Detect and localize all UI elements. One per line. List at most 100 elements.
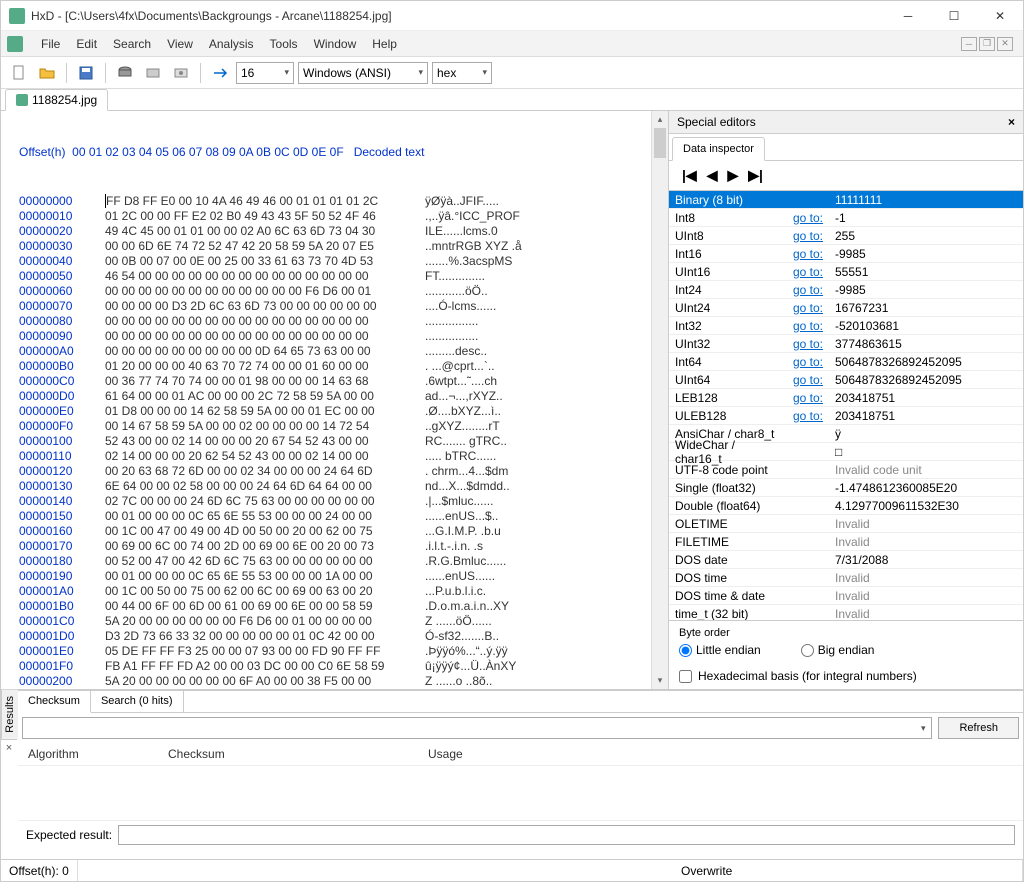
inspector-row[interactable]: time_t (32 bit)Invalid xyxy=(669,605,1023,620)
menu-window[interactable]: Window xyxy=(306,33,365,55)
hex-row[interactable]: 000000E0 01 D8 00 00 00 14 62 58 59 5A 0… xyxy=(19,404,649,419)
hex-row[interactable]: 00000020 49 4C 45 00 01 01 00 00 02 A0 6… xyxy=(19,224,649,239)
inspector-row[interactable]: DOS time & dateInvalid xyxy=(669,587,1023,605)
inspector-row[interactable]: Int64go to:5064878326892452095 xyxy=(669,353,1023,371)
search-results-tab[interactable]: Search (0 hits) xyxy=(91,691,184,712)
charset-combo[interactable]: Windows (ANSI)▾ xyxy=(298,62,428,84)
inspector-row[interactable]: Double (float64)4.12977009611532E30 xyxy=(669,497,1023,515)
menu-search[interactable]: Search xyxy=(105,33,159,55)
inspector-row[interactable]: FILETIMEInvalid xyxy=(669,533,1023,551)
file-tab[interactable]: 1188254.jpg xyxy=(5,89,108,111)
checksum-tab[interactable]: Checksum xyxy=(18,691,91,713)
hex-row[interactable]: 000001B0 00 44 00 6F 00 6D 00 61 00 69 0… xyxy=(19,599,649,614)
nav-last-button[interactable]: ▶| xyxy=(745,167,766,184)
hex-row[interactable]: 00000170 00 69 00 6C 00 74 00 2D 00 69 0… xyxy=(19,539,649,554)
menu-view[interactable]: View xyxy=(159,33,201,55)
hex-row[interactable]: 000001A0 00 1C 00 50 00 75 00 62 00 6C 0… xyxy=(19,584,649,599)
hex-editor[interactable]: Offset(h) 00 01 02 03 04 05 06 07 08 09 … xyxy=(1,111,651,689)
inspector-row[interactable]: Int24go to:-9985 xyxy=(669,281,1023,299)
hex-row[interactable]: 00000010 01 2C 00 00 FF E2 02 B0 49 43 4… xyxy=(19,209,649,224)
inspector-row[interactable]: UInt24go to:16767231 xyxy=(669,299,1023,317)
nav-first-button[interactable]: |◀ xyxy=(679,167,700,184)
inspector-row[interactable]: Int16go to:-9985 xyxy=(669,245,1023,263)
hex-row[interactable]: 00000030 00 00 6D 6E 74 72 52 47 42 20 5… xyxy=(19,239,649,254)
menu-tools[interactable]: Tools xyxy=(262,33,306,55)
hex-row[interactable]: 000000A0 00 00 00 00 00 00 00 00 00 0D 6… xyxy=(19,344,649,359)
hex-row[interactable]: 00000070 00 00 00 00 D3 2D 6C 63 6D 73 0… xyxy=(19,299,649,314)
hex-row[interactable]: 000000D0 61 64 00 00 01 AC 00 00 00 2C 7… xyxy=(19,389,649,404)
data-inspector-tab[interactable]: Data inspector xyxy=(672,137,765,161)
hex-row[interactable]: 00000190 00 01 00 00 00 0C 65 6E 55 53 0… xyxy=(19,569,649,584)
inspector-row[interactable]: UInt64go to:5064878326892452095 xyxy=(669,371,1023,389)
checksum-list[interactable] xyxy=(18,766,1023,820)
inspector-row[interactable]: Single (float32)-1.4748612360085E20 xyxy=(669,479,1023,497)
hex-row[interactable]: 000000C0 00 36 77 74 70 74 00 00 01 98 0… xyxy=(19,374,649,389)
inspector-row[interactable]: OLETIMEInvalid xyxy=(669,515,1023,533)
hex-row[interactable]: 00000080 00 00 00 00 00 00 00 00 00 00 0… xyxy=(19,314,649,329)
minimize-button[interactable]: ─ xyxy=(885,1,931,31)
hex-row[interactable]: 00000180 00 52 00 47 00 42 6D 6C 75 63 0… xyxy=(19,554,649,569)
bytes-per-row-combo[interactable]: 16▾ xyxy=(236,62,294,84)
bottom-close-button[interactable]: × xyxy=(1,739,17,756)
scroll-up-icon[interactable]: ▴ xyxy=(652,111,668,128)
inspector-row[interactable]: Int32go to:-520103681 xyxy=(669,317,1023,335)
hex-row[interactable]: 00000110 02 14 00 00 00 20 62 54 52 43 0… xyxy=(19,449,649,464)
hex-row[interactable]: 00000130 6E 64 00 00 02 58 00 00 00 24 6… xyxy=(19,479,649,494)
menu-help[interactable]: Help xyxy=(364,33,405,55)
checksum-algo-combo[interactable]: ▾ xyxy=(22,717,932,739)
hex-row[interactable]: 00000100 52 43 00 00 02 14 00 00 00 20 6… xyxy=(19,434,649,449)
menu-edit[interactable]: Edit xyxy=(68,33,105,55)
hex-row[interactable]: 00000140 02 7C 00 00 00 24 6D 6C 75 63 0… xyxy=(19,494,649,509)
hex-basis-checkbox[interactable] xyxy=(679,670,692,683)
new-file-button[interactable] xyxy=(7,61,31,85)
hex-row[interactable]: 000001C0 5A 20 00 00 00 00 00 00 F6 D6 0… xyxy=(19,614,649,629)
inspector-row[interactable]: UInt8go to:255 xyxy=(669,227,1023,245)
menu-file[interactable]: File xyxy=(33,33,68,55)
hex-scrollbar[interactable]: ▴ ▾ xyxy=(651,111,668,689)
inspector-row[interactable]: DOS date7/31/2088 xyxy=(669,551,1023,569)
inspector-row[interactable]: LEB128go to:203418751 xyxy=(669,389,1023,407)
inspector-row[interactable]: WideChar / char16_t□ xyxy=(669,443,1023,461)
numbase-combo[interactable]: hex▾ xyxy=(432,62,492,84)
hex-row[interactable]: 00000160 00 1C 00 47 00 49 00 4D 00 50 0… xyxy=(19,524,649,539)
mdi-restore-icon[interactable]: ❐ xyxy=(979,37,995,51)
open-file-button[interactable] xyxy=(35,61,59,85)
menu-analysis[interactable]: Analysis xyxy=(201,33,262,55)
open-ram-button[interactable] xyxy=(141,61,165,85)
mdi-minimize-icon[interactable]: ─ xyxy=(961,37,977,51)
open-disk-button[interactable] xyxy=(113,61,137,85)
hex-row[interactable]: 00000150 00 01 00 00 00 0C 65 6E 55 53 0… xyxy=(19,509,649,524)
expected-input[interactable] xyxy=(118,825,1015,845)
maximize-button[interactable]: ☐ xyxy=(931,1,977,31)
open-process-button[interactable] xyxy=(169,61,193,85)
inspector-row[interactable]: UTF-8 code pointInvalid code unit xyxy=(669,461,1023,479)
scroll-thumb[interactable] xyxy=(654,128,666,158)
scroll-down-icon[interactable]: ▾ xyxy=(652,672,668,689)
inspector-row[interactable]: Int8go to:-1 xyxy=(669,209,1023,227)
little-endian-input[interactable] xyxy=(679,644,692,657)
save-button[interactable] xyxy=(74,61,98,85)
hex-row[interactable]: 000001D0 D3 2D 73 66 33 32 00 00 00 00 0… xyxy=(19,629,649,644)
hex-row[interactable]: 00000060 00 00 00 00 00 00 00 00 00 00 0… xyxy=(19,284,649,299)
inspector-row[interactable]: UInt32go to:3774863615 xyxy=(669,335,1023,353)
refresh-button[interactable]: Refresh xyxy=(938,717,1019,739)
hex-row[interactable]: 00000050 46 54 00 00 00 00 00 00 00 00 0… xyxy=(19,269,649,284)
inspector-table[interactable]: Binary (8 bit)11111111Int8go to:-1UInt8g… xyxy=(669,190,1023,620)
hex-row[interactable]: 00000040 00 0B 00 07 00 0E 00 25 00 33 6… xyxy=(19,254,649,269)
little-endian-radio[interactable]: Little endian xyxy=(679,643,761,657)
inspector-row[interactable]: Binary (8 bit)11111111 xyxy=(669,191,1023,209)
inspector-row[interactable]: ULEB128go to:203418751 xyxy=(669,407,1023,425)
nav-prev-button[interactable]: ◀ xyxy=(704,167,721,184)
close-button[interactable]: ✕ xyxy=(977,1,1023,31)
inspector-row[interactable]: DOS timeInvalid xyxy=(669,569,1023,587)
hex-row[interactable]: 000001F0 FB A1 FF FF FD A2 00 00 03 DC 0… xyxy=(19,659,649,674)
hex-row[interactable]: 00000200 5A 20 00 00 00 00 00 00 6F A0 0… xyxy=(19,674,649,689)
mdi-close-icon[interactable]: ✕ xyxy=(997,37,1013,51)
hex-row[interactable]: 00000090 00 00 00 00 00 00 00 00 00 00 0… xyxy=(19,329,649,344)
nav-next-button[interactable]: ▶ xyxy=(724,167,741,184)
big-endian-input[interactable] xyxy=(801,644,814,657)
hex-row[interactable]: 000001E0 05 DE FF FF F3 25 00 00 07 93 0… xyxy=(19,644,649,659)
hex-row[interactable]: 00000120 00 20 63 68 72 6D 00 00 02 34 0… xyxy=(19,464,649,479)
inspector-row[interactable]: UInt16go to:55551 xyxy=(669,263,1023,281)
big-endian-radio[interactable]: Big endian xyxy=(801,643,875,657)
